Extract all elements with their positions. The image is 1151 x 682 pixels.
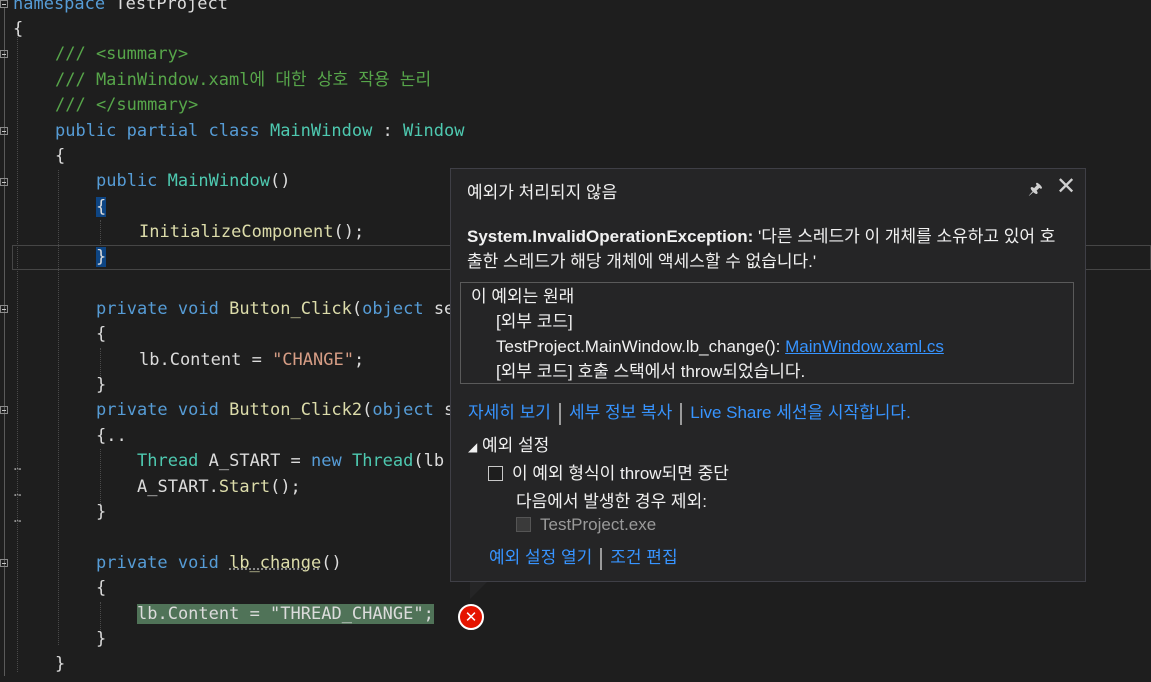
- code-line[interactable]: /// </summary>: [55, 93, 198, 118]
- indent-guide: [100, 449, 101, 504]
- edit-conditions-link[interactable]: 조건 편집: [610, 548, 677, 567]
- code-line[interactable]: Thread A_START = new Thread(lb: [137, 449, 444, 474]
- source-file-link[interactable]: MainWindow.xaml.cs: [785, 337, 944, 356]
- fold-toggle-icon[interactable]: [0, 0, 8, 8]
- code-line[interactable]: }: [55, 652, 65, 677]
- separator: [600, 547, 603, 570]
- collapsed-marker: …: [14, 485, 23, 499]
- exception-popup: 예외가 처리되지 않음 🖈 ✕ System.InvalidOperationE…: [450, 168, 1086, 582]
- code-line[interactable]: }: [96, 627, 106, 652]
- trace-frame: TestProject.MainWindow.lb_change(): Main…: [496, 337, 944, 356]
- fold-toggle-icon[interactable]: [0, 406, 8, 414]
- editor-gutter: [0, 0, 12, 682]
- open-exception-settings-link[interactable]: 예외 설정 열기: [489, 548, 592, 567]
- code-line[interactable]: {: [55, 144, 65, 169]
- trace-external-code-thrown: [외부 코드] 호출 스택에서 throw되었습니다.: [496, 362, 806, 381]
- collapsed-marker: …: [14, 459, 23, 473]
- code-line[interactable]: {: [13, 17, 23, 42]
- code-line[interactable]: namespace TestProject: [13, 0, 228, 17]
- trace-head: 이 예외는 원래: [471, 287, 575, 306]
- collapsed-marker: …: [14, 511, 23, 525]
- indent-guide: [58, 170, 59, 645]
- stack-trace-box: 이 예외는 원래 [외부 코드] TestProject.MainWindow.…: [460, 282, 1074, 384]
- code-line[interactable]: lb.Content = "CHANGE";: [139, 348, 364, 373]
- code-line[interactable]: }: [96, 245, 107, 270]
- popup-title: 예외가 처리되지 않음: [467, 183, 618, 202]
- fold-toggle-icon[interactable]: [0, 178, 8, 186]
- code-line[interactable]: /// MainWindow.xaml에 대한 상호 작용 논리: [55, 68, 431, 93]
- close-icon[interactable]: ✕: [1056, 174, 1076, 200]
- process-exclude-row: TestProject.exe: [516, 515, 656, 535]
- trace-external-code: [외부 코드]: [496, 312, 573, 331]
- exception-settings-header[interactable]: ◢ 예외 설정: [468, 431, 549, 456]
- indent-guide: [17, 28, 18, 672]
- action-links: 자세히 보기 세부 정보 복사 Live Share 세션을 시작합니다.: [468, 398, 911, 425]
- fold-toggle-icon[interactable]: [0, 50, 8, 58]
- process-checkbox: [516, 517, 531, 532]
- separator: [558, 402, 561, 425]
- code-line[interactable]: private void Button_Click(object se: [96, 297, 454, 322]
- code-line[interactable]: private void Button_Click2(object s: [96, 398, 454, 423]
- code-line[interactable]: {: [96, 322, 106, 347]
- fold-line: [4, 8, 5, 676]
- code-line[interactable]: A_START.Start();: [137, 475, 301, 500]
- break-on-throw-checkbox[interactable]: [488, 466, 503, 481]
- fold-toggle-icon[interactable]: [0, 305, 8, 313]
- code-line[interactable]: {: [96, 195, 107, 220]
- code-line[interactable]: private void lb_change(): [96, 551, 342, 576]
- code-line[interactable]: }: [96, 373, 106, 398]
- exception-message: System.InvalidOperationException: '다른 스레…: [467, 224, 1067, 274]
- code-line-current-statement[interactable]: lb.Content = "THREAD_CHANGE";: [137, 602, 434, 627]
- collapse-triangle-icon: ◢: [468, 440, 478, 454]
- code-line[interactable]: public MainWindow(): [96, 169, 291, 194]
- live-share-link[interactable]: Live Share 세션을 시작합니다.: [690, 403, 911, 422]
- code-line[interactable]: {..: [96, 424, 127, 449]
- fold-toggle-icon[interactable]: [0, 559, 8, 567]
- break-on-throw-row[interactable]: 이 예외 형식이 throw되면 중단: [488, 459, 729, 484]
- code-line[interactable]: {: [96, 576, 106, 601]
- separator: [680, 402, 683, 425]
- copy-details-link[interactable]: 세부 정보 복사: [569, 403, 672, 422]
- code-line[interactable]: /// <summary>: [55, 42, 188, 67]
- view-details-link[interactable]: 자세히 보기: [468, 403, 551, 422]
- code-line[interactable]: InitializeComponent();: [139, 220, 364, 245]
- popup-tail: [470, 581, 488, 599]
- code-line[interactable]: }: [96, 500, 106, 525]
- error-icon[interactable]: ✕: [458, 604, 484, 630]
- settings-links: 예외 설정 열기 조건 편집: [489, 543, 678, 570]
- fold-toggle-icon[interactable]: [0, 127, 8, 135]
- pin-icon[interactable]: 🖈: [1028, 178, 1043, 205]
- except-when-label: 다음에서 발생한 경우 제외:: [516, 492, 707, 511]
- exception-type: System.InvalidOperationException:: [467, 227, 754, 246]
- code-line[interactable]: public partial class MainWindow : Window: [55, 119, 464, 144]
